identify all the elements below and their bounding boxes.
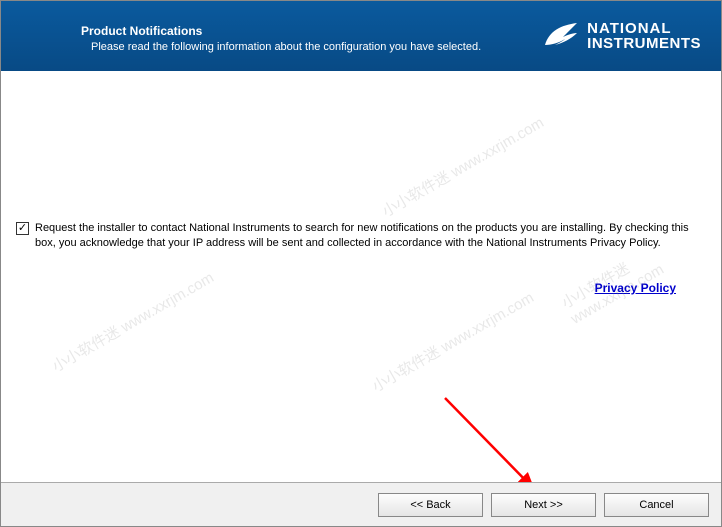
brand-logo: NATIONAL INSTRUMENTS bbox=[543, 21, 701, 51]
next-button[interactable]: Next >> bbox=[491, 493, 596, 517]
dialog-header: Product Notifications Please read the fo… bbox=[1, 1, 721, 71]
header-text-block: Product Notifications Please read the fo… bbox=[81, 18, 481, 54]
notification-checkbox-row: ✓ Request the installer to contact Natio… bbox=[16, 221, 706, 251]
dialog-footer: << Back Next >> Cancel bbox=[1, 482, 721, 526]
privacy-link-row: Privacy Policy bbox=[16, 281, 706, 295]
checkmark-icon: ✓ bbox=[18, 223, 27, 234]
page-subtitle: Please read the following information ab… bbox=[81, 40, 481, 54]
content-area: ✓ Request the installer to contact Natio… bbox=[1, 71, 721, 295]
ni-eagle-icon bbox=[543, 21, 579, 51]
back-button[interactable]: << Back bbox=[378, 493, 483, 517]
notification-checkbox-label: Request the installer to contact Nationa… bbox=[35, 221, 706, 251]
notification-checkbox[interactable]: ✓ bbox=[16, 222, 29, 235]
cancel-button[interactable]: Cancel bbox=[604, 493, 709, 517]
watermark: 小小软件迷 www.xxrjm.com bbox=[368, 287, 537, 397]
privacy-policy-link[interactable]: Privacy Policy bbox=[595, 281, 676, 295]
page-title: Product Notifications bbox=[81, 24, 481, 38]
brand-line2: INSTRUMENTS bbox=[587, 36, 701, 51]
brand-text: NATIONAL INSTRUMENTS bbox=[587, 21, 701, 51]
brand-line1: NATIONAL bbox=[587, 21, 701, 36]
